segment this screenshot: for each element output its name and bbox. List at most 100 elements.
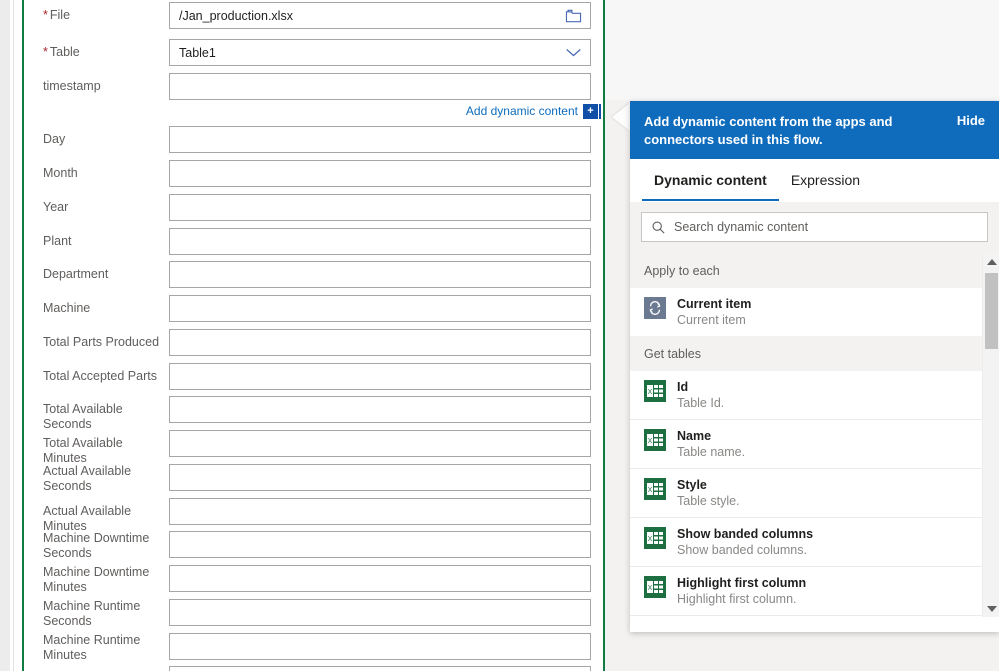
add-dynamic-content-row[interactable]: Add dynamic content + bbox=[24, 102, 607, 120]
search-input[interactable]: Search dynamic content bbox=[674, 220, 979, 234]
form-row-label: Month bbox=[43, 166, 78, 180]
hide-button[interactable]: Hide bbox=[957, 113, 985, 128]
form-row: Machine bbox=[24, 295, 607, 322]
text-input[interactable] bbox=[169, 430, 591, 457]
form-row-label: Total Available Minutes bbox=[43, 436, 123, 465]
form-row: Month bbox=[24, 160, 607, 187]
dynamic-content-item-subtitle: Table name. bbox=[677, 445, 746, 459]
text-input[interactable] bbox=[169, 498, 591, 525]
scroll-down-arrow-icon[interactable] bbox=[983, 600, 999, 617]
dynamic-content-item-subtitle: Highlight first column. bbox=[677, 592, 797, 606]
form-row: Department bbox=[24, 261, 607, 288]
excel-icon: X bbox=[644, 380, 666, 402]
dynamic-content-item[interactable]: XHighlight last columnHighlight last col… bbox=[630, 616, 982, 617]
form-row-field bbox=[169, 363, 607, 390]
form-row-label: * Table bbox=[24, 39, 169, 60]
dynamic-content-item-title: Show banded columns bbox=[677, 527, 814, 541]
add-dynamic-content-plus-icon[interactable]: + bbox=[583, 103, 598, 119]
dynamic-content-item-title: Id bbox=[677, 380, 689, 394]
file-input[interactable]: /Jan_production.xlsx bbox=[169, 2, 591, 29]
scroll-up-arrow-icon[interactable] bbox=[983, 253, 999, 270]
form-row-label: Machine bbox=[43, 301, 91, 315]
dynamic-content-item-title: Style bbox=[677, 478, 707, 492]
screen-root: * File/Jan_production.xlsx * Table Table1 tim… bbox=[0, 0, 999, 671]
form-row-label: Total Accepted Parts bbox=[43, 369, 157, 383]
form-row-label: Machine Runtime Seconds bbox=[43, 599, 141, 628]
form-row-label: * File bbox=[24, 2, 169, 23]
group-header: Get tables bbox=[630, 336, 982, 371]
text-input[interactable] bbox=[169, 599, 591, 626]
dynamic-content-item-subtitle: Table style. bbox=[677, 494, 740, 508]
text-input[interactable] bbox=[169, 531, 591, 558]
form-row: Machine Runtime Minutes bbox=[24, 633, 607, 663]
text-input[interactable] bbox=[169, 464, 591, 491]
text-input[interactable] bbox=[169, 261, 591, 288]
field-value: Table1 bbox=[179, 45, 216, 60]
dynamic-content-item[interactable]: X Style Table style. bbox=[630, 469, 982, 518]
form-row-field bbox=[169, 498, 607, 525]
form-row-label: Machine Downtime Minutes bbox=[43, 565, 150, 594]
text-input[interactable] bbox=[169, 194, 591, 221]
dynamic-content-item[interactable]: X Highlight first column Highlight first c… bbox=[630, 567, 982, 616]
form-row-field: /Jan_production.xlsx bbox=[169, 2, 607, 29]
chevron-down-icon[interactable] bbox=[565, 44, 582, 61]
text-input[interactable] bbox=[169, 363, 591, 390]
add-dynamic-content-link[interactable]: Add dynamic content bbox=[466, 104, 578, 118]
form-row: Machine Runtime Seconds bbox=[24, 599, 607, 629]
dynamic-content-item-title: Highlight first column bbox=[677, 576, 807, 590]
left-chrome-strip bbox=[0, 0, 10, 671]
folder-icon[interactable] bbox=[565, 7, 582, 24]
dynamic-content-item-text: Show banded columns Show banded columns. bbox=[677, 526, 968, 558]
form-row-label-text: File bbox=[49, 8, 71, 22]
form-row: Year bbox=[24, 194, 607, 221]
dynamic-content-list: Apply to each Current item Current item Get… bbox=[630, 253, 999, 617]
form-row-field bbox=[169, 531, 607, 558]
text-input[interactable] bbox=[169, 160, 591, 187]
text-input[interactable] bbox=[169, 396, 591, 423]
form-row: Total Accepted Parts bbox=[24, 363, 607, 390]
tab-expression[interactable]: Expression bbox=[779, 159, 872, 202]
dynamic-content-item[interactable]: X Name Table name. bbox=[630, 420, 982, 469]
excel-icon: X bbox=[644, 576, 666, 598]
text-input[interactable] bbox=[169, 295, 591, 322]
search-container: Search dynamic content bbox=[630, 202, 999, 253]
add-dynamic-content-caret bbox=[599, 103, 601, 119]
table-select[interactable]: Table1 bbox=[169, 39, 591, 66]
left-chrome-divider bbox=[13, 0, 14, 671]
text-input[interactable] bbox=[169, 666, 591, 671]
svg-text:X: X bbox=[648, 536, 653, 543]
dynamic-content-item[interactable]: X Id Table Id. bbox=[630, 371, 982, 420]
text-input[interactable] bbox=[169, 73, 591, 100]
form-row-label: Actual Available Seconds bbox=[43, 464, 132, 493]
form-row-field bbox=[169, 329, 607, 356]
form-row-field bbox=[169, 194, 607, 221]
text-input[interactable] bbox=[169, 126, 591, 153]
form-row-field: Table1 bbox=[169, 39, 607, 66]
form-row: Actual Available Minutes bbox=[24, 498, 607, 534]
text-input[interactable] bbox=[169, 228, 591, 255]
text-input[interactable] bbox=[169, 329, 591, 356]
text-input[interactable] bbox=[169, 633, 591, 660]
form-row-label: Year bbox=[43, 200, 69, 214]
dynamic-content-item[interactable]: X Show banded columns Show banded columns. bbox=[630, 518, 982, 567]
form-row: Machine Downtime Minutes bbox=[24, 565, 607, 595]
dynamic-content-item-subtitle: Show banded columns. bbox=[677, 543, 807, 557]
dynamic-content-item-text: Id Table Id. bbox=[677, 379, 968, 411]
scrollbar-thumb[interactable] bbox=[985, 273, 998, 349]
form-row-field bbox=[169, 565, 607, 592]
form-row-field bbox=[169, 396, 607, 423]
form-row: Actual Available Seconds bbox=[24, 464, 607, 494]
action-card-inner: * File/Jan_production.xlsx * Table Table1 tim… bbox=[24, 0, 603, 671]
dynamic-content-item[interactable]: Current item Current item bbox=[630, 288, 982, 336]
flyout-pointer bbox=[612, 103, 630, 131]
text-input[interactable] bbox=[169, 565, 591, 592]
dynamic-content-item-subtitle: Current item bbox=[677, 313, 746, 327]
dynamic-content-item-title: Name bbox=[677, 429, 712, 443]
dynamic-content-item-subtitle: Table Id. bbox=[677, 396, 725, 410]
search-box[interactable]: Search dynamic content bbox=[641, 212, 988, 242]
flyout-header: Add dynamic content from the apps and co… bbox=[630, 101, 999, 159]
tab-dynamic-content[interactable]: Dynamic content bbox=[642, 159, 779, 202]
list-scrollbar[interactable] bbox=[982, 253, 999, 617]
apply-to-each-icon bbox=[644, 297, 666, 319]
required-asterisk: * bbox=[43, 8, 48, 22]
